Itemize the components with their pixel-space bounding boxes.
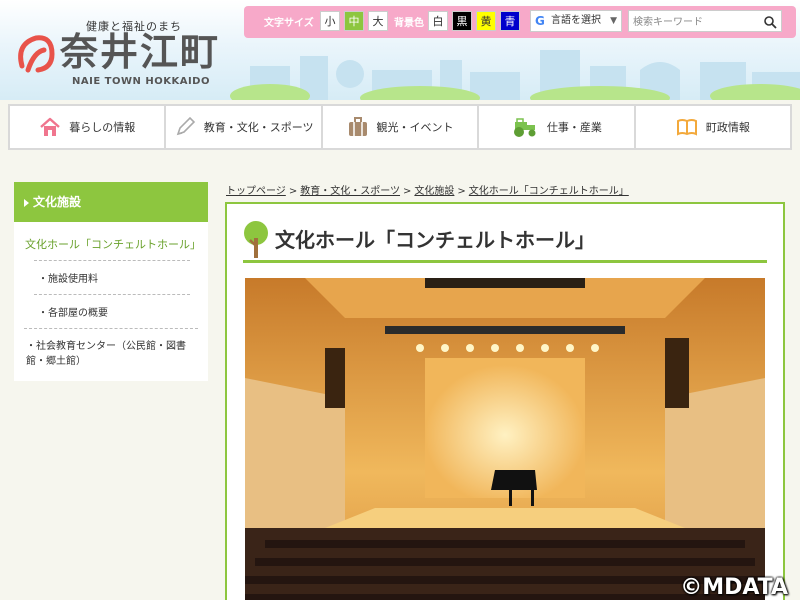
sidebar: 文化施設 文化ホール「コンチェルトホール」 ・施設使用料 ・各部屋の概要 ・社会… xyxy=(14,182,208,381)
breadcrumb-separator: > xyxy=(403,186,412,197)
page-title-bar: 文化ホール「コンチェルトホール」 xyxy=(243,218,767,263)
tree-icon xyxy=(244,221,268,258)
sidebar-item-label: 社会教育センター（公民館・図書館・郷土館） xyxy=(26,341,186,367)
language-select[interactable]: G 言語を選択 ▼ xyxy=(530,10,622,32)
copyright-watermark: ©MDATA xyxy=(680,575,788,600)
nav-item-town-info[interactable]: 町政情報 xyxy=(635,106,791,148)
breadcrumb-link-top[interactable]: トップページ xyxy=(226,186,286,197)
bullet-icon: ・ xyxy=(26,341,36,352)
sidebar-subitem-fees[interactable]: ・施設使用料 xyxy=(34,260,190,294)
logo-title: 奈井江町 xyxy=(60,29,221,74)
font-size-label: 文字サイズ xyxy=(264,18,314,29)
background-color-label: 背景色 xyxy=(394,18,424,29)
nav-item-industry[interactable]: 仕事・産業 xyxy=(479,106,634,148)
nav-item-label: 教育・文化・スポーツ xyxy=(203,121,314,134)
google-g-icon: G xyxy=(535,14,545,28)
search-input[interactable] xyxy=(631,12,759,32)
town-emblem-icon xyxy=(18,35,55,73)
site-header: 健康と福祉のまち 奈井江町 NAIE TOWN HOKKAIDO 文字サイズ 小… xyxy=(0,0,800,100)
bullet-icon: ・ xyxy=(38,308,48,319)
accessibility-toolbar: 文字サイズ 小 中 大 背景色 白 黒 黄 青 G 言語を選択 ▼ xyxy=(244,6,796,38)
language-select-label: 言語を選択 xyxy=(551,15,601,26)
breadcrumb-separator: > xyxy=(457,186,466,197)
nav-item-living[interactable]: 暮らしの情報 xyxy=(10,106,165,148)
global-nav: 暮らしの情報 教育・文化・スポーツ 観光・イベント 仕事・産業 町政情報 xyxy=(8,104,792,150)
breadcrumb-link-education[interactable]: 教育・文化・スポーツ xyxy=(300,186,400,197)
page-title: 文化ホール「コンチェルトホール」 xyxy=(275,228,595,252)
bg-blue-button[interactable]: 青 xyxy=(500,11,520,31)
suitcase-icon xyxy=(348,117,367,136)
nav-item-tourism[interactable]: 観光・イベント xyxy=(322,106,478,148)
dropdown-arrow-icon: ▼ xyxy=(610,16,617,26)
concert-hall-photo xyxy=(245,278,765,600)
logo-subtitle: NAIE TOWN HOKKAIDO xyxy=(72,76,210,87)
breadcrumb-link-facilities[interactable]: 文化施設 xyxy=(414,186,454,197)
sidebar-item-education-center[interactable]: ・社会教育センター（公民館・図書館・郷土館） xyxy=(24,328,198,377)
bullet-icon: ・ xyxy=(38,274,48,285)
site-logo[interactable]: 健康と福祉のまち 奈井江町 NAIE TOWN HOKKAIDO xyxy=(14,14,244,94)
search-icon[interactable] xyxy=(763,15,777,29)
sidebar-item-concert-hall[interactable]: 文化ホール「コンチェルトホール」 xyxy=(14,228,208,260)
nav-item-label: 観光・イベント xyxy=(376,121,454,134)
bg-white-button[interactable]: 白 xyxy=(428,11,448,31)
sidebar-heading-label: 文化施設 xyxy=(33,195,82,209)
bg-yellow-button[interactable]: 黄 xyxy=(476,11,496,31)
nav-item-label: 暮らしの情報 xyxy=(69,121,136,134)
pencil-icon xyxy=(176,116,195,136)
sidebar-subitem-label: 施設使用料 xyxy=(48,274,98,285)
breadcrumb-current[interactable]: 文化ホール「コンチェルトホール」 xyxy=(469,186,629,197)
tractor-icon xyxy=(513,118,536,137)
font-size-small-button[interactable]: 小 xyxy=(320,11,340,31)
sidebar-subitem-label: 各部屋の概要 xyxy=(48,308,108,319)
nav-item-education[interactable]: 教育・文化・スポーツ xyxy=(166,106,321,148)
breadcrumb-separator: > xyxy=(288,186,298,197)
nav-item-label: 仕事・産業 xyxy=(546,121,602,134)
book-icon xyxy=(676,119,697,136)
breadcrumb: トップページ > 教育・文化・スポーツ > 文化施設 > 文化ホール「コンチェルトホール」 xyxy=(226,182,629,197)
font-size-medium-button[interactable]: 中 xyxy=(344,11,364,31)
house-icon xyxy=(40,117,61,136)
sidebar-heading[interactable]: 文化施設 xyxy=(14,182,208,222)
sidebar-subitem-rooms[interactable]: ・各部屋の概要 xyxy=(34,294,190,328)
search-box xyxy=(628,10,782,32)
nav-item-label: 町政情報 xyxy=(705,121,750,134)
font-size-large-button[interactable]: 大 xyxy=(368,11,388,31)
sidebar-menu: 文化ホール「コンチェルトホール」 ・施設使用料 ・各部屋の概要 ・社会教育センタ… xyxy=(14,222,208,381)
main-content: 文化ホール「コンチェルトホール」 xyxy=(225,202,785,600)
bg-black-button[interactable]: 黒 xyxy=(452,11,472,31)
triangle-right-icon xyxy=(24,198,29,207)
